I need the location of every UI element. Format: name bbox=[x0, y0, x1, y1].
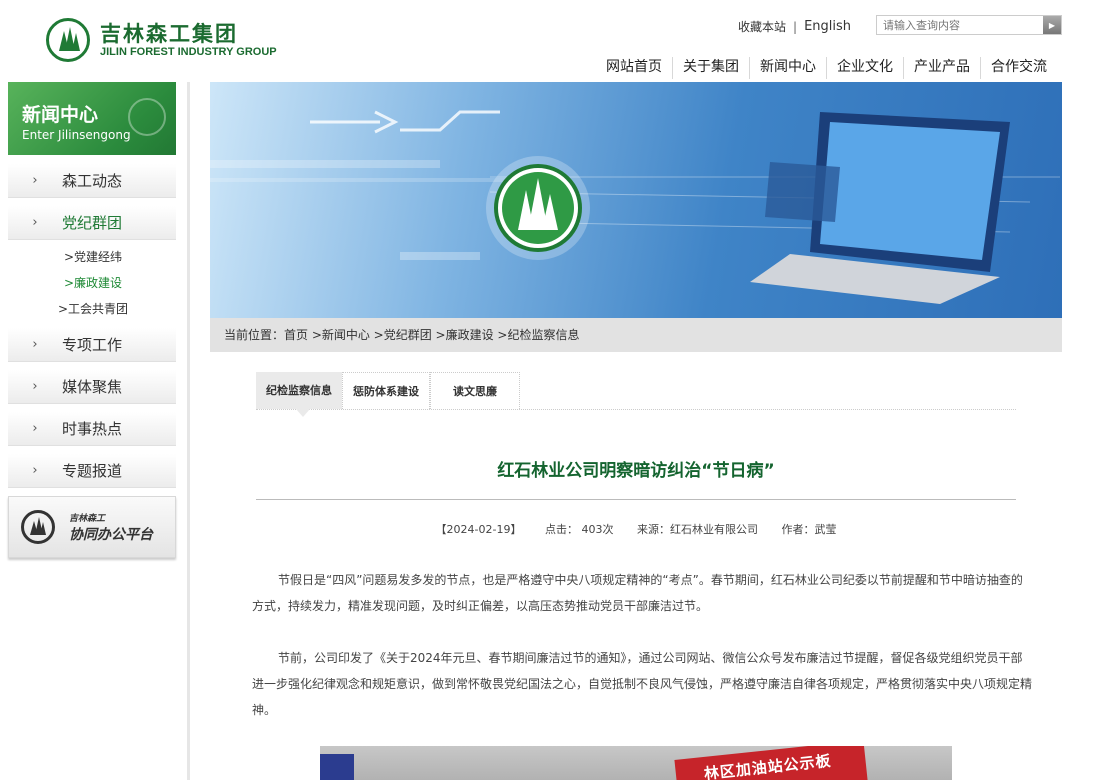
article-meta: 【2024-02-19】 点击： 403次 来源：红石林业有限公司 作者：武莹 bbox=[256, 521, 1016, 537]
main-nav: 网站首页 关于集团 新闻中心 企业文化 产业产品 合作交流 bbox=[596, 57, 1057, 79]
article-title: 红石林业公司明察暗访纠治“节日病” bbox=[497, 461, 775, 481]
tab-prevention[interactable]: 惩防体系建设 bbox=[342, 372, 430, 409]
watermark-logo-icon bbox=[128, 98, 166, 136]
sidebar-header: 新闻中心 Enter Jilinsengong bbox=[8, 82, 176, 155]
sidebar-item-label: 森工动态 bbox=[62, 172, 123, 190]
category-tabs: 纪检监察信息 惩防体系建设 读文思廉 bbox=[256, 372, 1016, 417]
oa-platform-button[interactable]: 吉林森工 协同办公平台 bbox=[8, 496, 176, 558]
sidebar-item-party[interactable]: › 党纪群团 bbox=[8, 206, 176, 240]
nav-culture[interactable]: 企业文化 bbox=[827, 57, 904, 79]
photo-sign-corner bbox=[320, 754, 354, 780]
tab-reading[interactable]: 读文思廉 bbox=[430, 372, 520, 409]
chevron-right-icon: › bbox=[32, 379, 38, 394]
sidebar-item-label: 媒体聚焦 bbox=[62, 378, 123, 396]
sidebar-item-label: 专题报道 bbox=[62, 462, 123, 480]
nav-cooperation[interactable]: 合作交流 bbox=[981, 57, 1057, 79]
submenu-union[interactable]: >工会共青团 bbox=[8, 296, 176, 322]
sidebar-item-label: 时事热点 bbox=[62, 420, 123, 438]
sidebar: 新闻中心 Enter Jilinsengong › 森工动态 › 党纪群团 >党… bbox=[0, 82, 190, 780]
sidebar-item-special-work[interactable]: › 专项工作 bbox=[8, 328, 176, 362]
nav-products[interactable]: 产业产品 bbox=[904, 57, 981, 79]
search-box: ▶ bbox=[876, 15, 1062, 35]
article-views: 点击： 403次 bbox=[544, 523, 614, 536]
oa-small-label: 吉林森工 bbox=[69, 513, 106, 524]
sidebar-submenu: >党建经纬 >廉政建设 >工会共青团 bbox=[8, 244, 176, 322]
oa-main-label: 协同办公平台 bbox=[69, 526, 153, 543]
chevron-right-icon: › bbox=[32, 337, 38, 352]
hero-banner bbox=[210, 82, 1062, 318]
submenu-integrity[interactable]: >廉政建设 bbox=[8, 270, 176, 296]
chevron-right-icon: › bbox=[32, 215, 38, 230]
article-photo: 林区加油站公示板 bbox=[320, 746, 952, 780]
nav-home[interactable]: 网站首页 bbox=[596, 57, 673, 79]
favorite-link[interactable]: 收藏本站 bbox=[738, 18, 786, 35]
breadcrumb: 当前位置：首页 >新闻中心 >党纪群团 >廉政建设 >纪检监察信息 bbox=[210, 318, 1062, 352]
sidebar-item-features[interactable]: › 专题报道 bbox=[8, 454, 176, 488]
nav-about[interactable]: 关于集团 bbox=[673, 57, 750, 79]
article-source: 来源：红石林业有限公司 bbox=[636, 523, 758, 536]
site-logo[interactable]: 吉林森工集团 JILIN FOREST INDUSTRY GROUP bbox=[46, 18, 277, 62]
article-paragraph: 节假日是“四风”问题易发多发的节点，也是严格遵守中央八项规定精神的“考点”。春节… bbox=[252, 573, 1023, 613]
link-separator: | bbox=[793, 19, 798, 34]
sidebar-item-label: 专项工作 bbox=[62, 336, 123, 354]
tab-discipline-info[interactable]: 纪检监察信息 bbox=[256, 372, 342, 417]
title-divider bbox=[256, 499, 1016, 500]
photo-notice-banner: 林区加油站公示板 bbox=[674, 746, 868, 780]
sidebar-item-media[interactable]: › 媒体聚焦 bbox=[8, 370, 176, 404]
nav-news[interactable]: 新闻中心 bbox=[750, 57, 827, 79]
top-links: 收藏本站 | English bbox=[738, 18, 851, 35]
search-input[interactable] bbox=[877, 16, 1043, 34]
chevron-right-icon: › bbox=[32, 463, 38, 478]
forest-logo-icon bbox=[46, 18, 90, 62]
sidebar-item-hot-topics[interactable]: › 时事热点 bbox=[8, 412, 176, 446]
english-link[interactable]: English bbox=[804, 19, 851, 34]
logo-english: JILIN FOREST INDUSTRY GROUP bbox=[100, 46, 277, 58]
sidebar-item-news[interactable]: › 森工动态 bbox=[8, 164, 176, 198]
chevron-right-icon: › bbox=[32, 173, 38, 188]
sidebar-item-label: 党纪群团 bbox=[62, 214, 123, 232]
article-paragraph: 节前，公司印发了《关于2024年元旦、春节期间廉洁过节的通知》，通过公司网站、微… bbox=[252, 651, 1033, 717]
chevron-right-icon: › bbox=[32, 421, 38, 436]
search-button[interactable]: ▶ bbox=[1043, 16, 1061, 34]
logo-chinese: 吉林森工集团 bbox=[100, 22, 238, 46]
article-date: 【2024-02-19】 bbox=[435, 523, 522, 536]
sidebar-menu: › 森工动态 › 党纪群团 >党建经纬 >廉政建设 >工会共青团 › 专项工作 … bbox=[8, 164, 176, 496]
submenu-party-building[interactable]: >党建经纬 bbox=[8, 244, 176, 270]
article-author: 作者：武莹 bbox=[781, 523, 837, 536]
forest-logo-icon bbox=[21, 510, 55, 544]
play-arrow-icon: ▶ bbox=[1048, 20, 1056, 30]
